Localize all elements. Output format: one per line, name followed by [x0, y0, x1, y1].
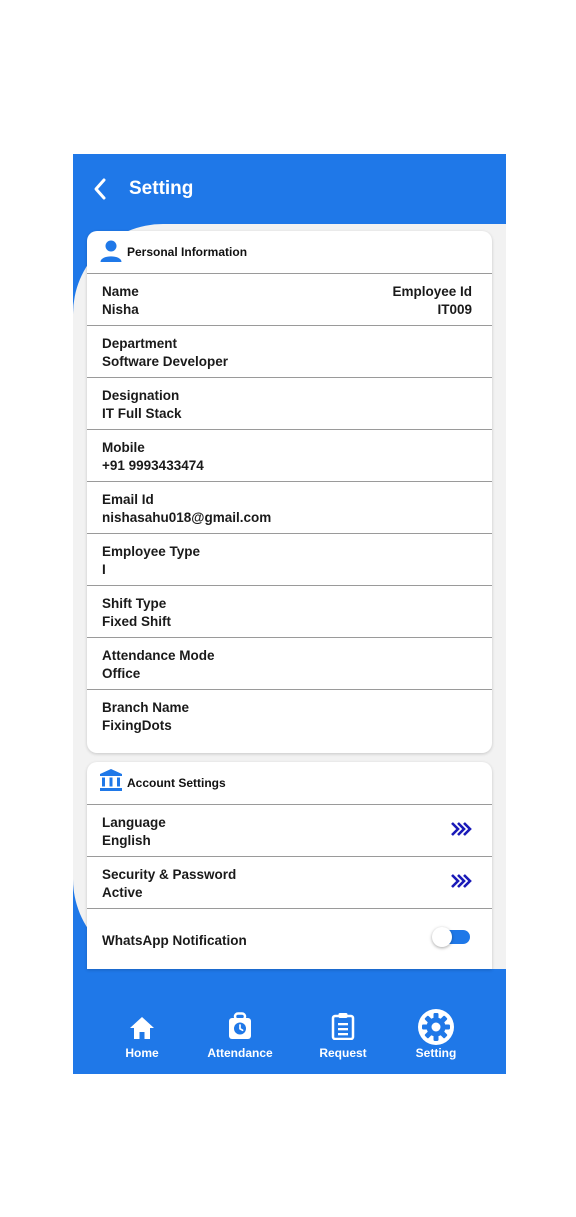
security-password-value: Active — [102, 885, 143, 900]
app-header: Setting — [73, 154, 506, 224]
language-row[interactable]: Language English — [87, 805, 492, 857]
bottom-navigation: Home Attendance Request Setting — [73, 969, 506, 1074]
gear-icon — [418, 1009, 454, 1045]
personal-information-title: Personal Information — [127, 245, 248, 259]
personal-information-header: Personal Information — [87, 231, 492, 274]
language-label: Language — [102, 815, 166, 830]
double-chevron-right-icon[interactable] — [450, 821, 472, 837]
mobile-label: Mobile — [102, 440, 145, 455]
attendance-mode-label: Attendance Mode — [102, 648, 215, 663]
double-chevron-right-icon[interactable] — [450, 873, 472, 889]
nav-setting[interactable]: Setting — [401, 969, 471, 1074]
security-password-label: Security & Password — [102, 867, 237, 882]
employee-id-value: IT009 — [437, 302, 472, 317]
security-password-row[interactable]: Security & Password Active — [87, 857, 492, 909]
attendance-clock-icon — [229, 1012, 251, 1039]
nav-attendance[interactable]: Attendance — [198, 969, 282, 1074]
mobile-row: Mobile +91 9993433474 — [87, 430, 492, 482]
department-row: Department Software Developer — [87, 326, 492, 378]
name-row: Name Nisha Employee Id IT009 — [87, 274, 492, 326]
email-row: Email Id nishasahu018@gmail.com — [87, 482, 492, 534]
nav-attendance-label: Attendance — [207, 1046, 273, 1060]
nav-home-label: Home — [125, 1046, 159, 1060]
account-settings-header: Account Settings — [87, 762, 492, 805]
personal-information-card: Personal Information Name Nisha Employee… — [87, 231, 492, 753]
content-area: Personal Information Name Nisha Employee… — [73, 224, 506, 969]
home-icon — [130, 1017, 154, 1039]
branch-name-value: FixingDots — [102, 718, 172, 733]
nav-setting-label: Setting — [415, 1046, 457, 1060]
app-screen: Setting Personal Information Name Nisha … — [73, 154, 506, 1074]
bank-icon — [100, 769, 122, 791]
whatsapp-notification-toggle[interactable] — [432, 927, 470, 947]
whatsapp-notification-label: WhatsApp Notification — [102, 933, 247, 948]
person-icon — [100, 240, 122, 262]
language-value: English — [102, 833, 151, 848]
designation-row: Designation IT Full Stack — [87, 378, 492, 430]
shift-type-row: Shift Type Fixed Shift — [87, 586, 492, 638]
employee-type-row: Employee Type I — [87, 534, 492, 586]
department-label: Department — [102, 336, 178, 351]
toggle-knob — [432, 927, 452, 947]
employee-type-label: Employee Type — [102, 544, 201, 559]
shift-type-value: Fixed Shift — [102, 614, 172, 629]
account-settings-card: Account Settings Language English Securi… — [87, 762, 492, 969]
clipboard-icon — [331, 1013, 355, 1040]
mobile-value: +91 9993433474 — [102, 458, 204, 473]
page-title: Setting — [129, 178, 194, 199]
name-label: Name — [102, 284, 139, 299]
department-value: Software Developer — [102, 354, 229, 369]
name-value: Nisha — [102, 302, 139, 317]
designation-value: IT Full Stack — [102, 406, 182, 421]
email-value: nishasahu018@gmail.com — [102, 510, 272, 525]
attendance-mode-value: Office — [102, 666, 141, 681]
whatsapp-notification-row: WhatsApp Notification — [87, 909, 492, 969]
designation-label: Designation — [102, 388, 180, 403]
branch-name-row: Branch Name FixingDots — [87, 690, 492, 741]
account-settings-title: Account Settings — [127, 776, 226, 790]
employee-type-value: I — [102, 562, 106, 577]
nav-request[interactable]: Request — [309, 969, 377, 1074]
nav-request-label: Request — [319, 1046, 367, 1060]
shift-type-label: Shift Type — [102, 596, 167, 611]
branch-name-label: Branch Name — [102, 700, 190, 715]
attendance-mode-row: Attendance Mode Office — [87, 638, 492, 690]
employee-id-label: Employee Id — [392, 284, 472, 299]
email-label: Email Id — [102, 492, 154, 507]
back-arrow-icon[interactable] — [89, 174, 113, 204]
nav-home[interactable]: Home — [107, 969, 177, 1074]
